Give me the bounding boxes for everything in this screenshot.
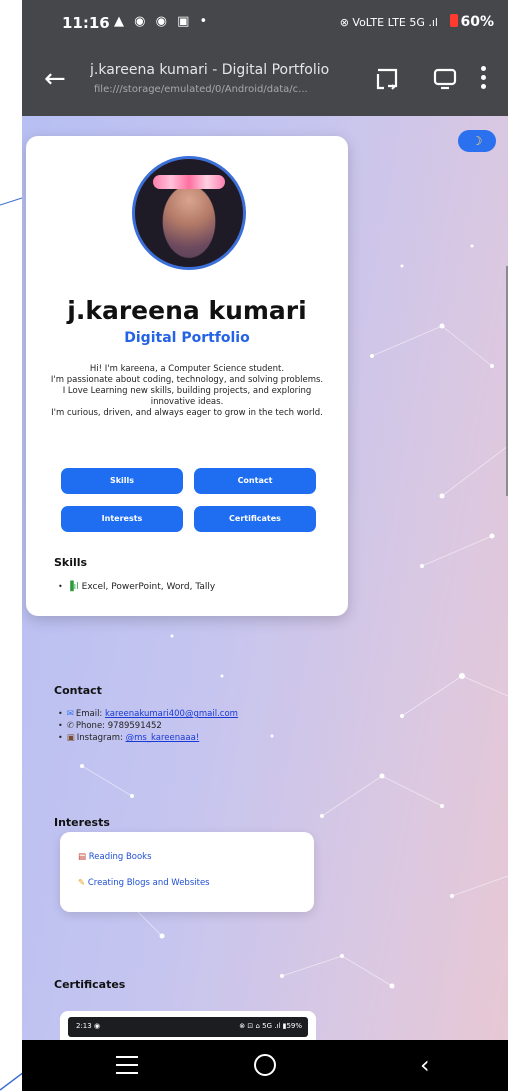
overflow-menu-icon[interactable] xyxy=(478,66,488,92)
skills-list-item: • ▐ıl Excel, PowerPoint, Word, Tally xyxy=(58,582,216,592)
instagram-link[interactable]: @ms_kareenaaa! xyxy=(126,733,200,743)
status-bar: 11:16 ▲ ◉ ◉ ▣ • ⊗ VoLTE LTE 5G .ıl 60% xyxy=(22,0,508,48)
profile-subtitle: Digital Portfolio xyxy=(124,330,250,346)
battery-icon xyxy=(450,14,459,27)
profile-avatar xyxy=(132,156,246,270)
phone-number: 9789591452 xyxy=(107,721,162,731)
battery-percent: 60% xyxy=(460,14,494,30)
phone-screen: 11:16 ▲ ◉ ◉ ▣ • ⊗ VoLTE LTE 5G .ıl 60% ←… xyxy=(22,0,508,1091)
tab-switcher-icon[interactable] xyxy=(432,66,458,92)
contact-heading: Contact xyxy=(54,684,102,697)
cast-icon[interactable] xyxy=(374,66,400,92)
web-content: ☽ j.kareena kumari Digital Portfolio Hi!… xyxy=(22,116,508,1040)
system-nav-bar: ‹ xyxy=(22,1040,508,1091)
back-arrow-icon[interactable]: ← xyxy=(44,64,66,94)
email-icon: ✉ xyxy=(66,709,74,719)
interest-item: ✎ Creating Blogs and Websites xyxy=(78,878,210,888)
signal-icons: ⊗ VoLTE LTE 5G .ıl xyxy=(339,16,438,29)
books-icon: ▤ xyxy=(78,852,87,862)
contact-list: • ✉ Email: kareenakumari400@gmail.com • ✆ Ph… xyxy=(58,708,238,744)
camera-icon: ▣ xyxy=(66,733,75,743)
bio-line: Hi! I'm kareena, a Computer Science stud… xyxy=(89,364,285,374)
certificates-button[interactable]: Certificates xyxy=(194,506,316,532)
notification-icons: ▲ ◉ ◉ ▣ • xyxy=(114,14,211,29)
contact-phone-row: • ✆ Phone: 9789591452 xyxy=(58,721,162,731)
contact-instagram-row: • ▣ Instagram: @ms_kareenaaa! xyxy=(58,733,200,743)
bio-line: I Love Learning new skills, building pro… xyxy=(62,386,312,396)
moon-icon: ☽ xyxy=(471,134,483,148)
bar-chart-icon: ▐ıl xyxy=(66,582,79,592)
profile-name: j.kareena kumari xyxy=(67,296,307,325)
nav-back-icon[interactable]: ‹ xyxy=(420,1050,430,1080)
battery-indicator: 60% xyxy=(450,14,494,30)
interest-item: ▤ Reading Books xyxy=(78,852,152,862)
contact-button[interactable]: Contact xyxy=(194,468,316,494)
bio-line: innovative ideas. xyxy=(150,397,224,407)
bio-line: I'm passionate about coding, technology,… xyxy=(50,375,324,385)
page-scrollbar[interactable] xyxy=(506,266,508,496)
interests-heading: Interests xyxy=(54,816,110,829)
status-time: 11:16 xyxy=(62,14,110,32)
contact-email-row: • ✉ Email: kareenakumari400@gmail.com xyxy=(58,709,238,719)
profile-bio: Hi! I'm kareena, a Computer Science stud… xyxy=(36,364,338,419)
email-link[interactable]: kareenakumari400@gmail.com xyxy=(105,709,238,719)
browser-toolbar: ← j.kareena kumari - Digital Portfolio f… xyxy=(22,48,508,116)
theme-toggle-button[interactable]: ☽ xyxy=(458,130,496,152)
certificate-screenshot-statusbar: 2:13 ◉ ⊗ ⊡ ⌂ 5G .ıl ▮59% xyxy=(68,1017,308,1037)
skills-button[interactable]: Skills xyxy=(61,468,183,494)
memo-icon: ✎ xyxy=(78,878,86,888)
bio-line: I'm curious, driven, and always eager to… xyxy=(51,408,323,418)
interests-button[interactable]: Interests xyxy=(61,506,183,532)
interests-card: ▤ Reading Books ✎ Creating Blogs and Web… xyxy=(60,832,314,912)
phone-icon: ✆ xyxy=(66,721,74,731)
certificate-preview[interactable]: 2:13 ◉ ⊗ ⊡ ⌂ 5G .ıl ▮59% xyxy=(60,1011,316,1040)
home-icon[interactable] xyxy=(250,1050,280,1080)
recent-apps-icon[interactable] xyxy=(116,1050,138,1080)
page-url[interactable]: file:///storage/emulated/0/Android/data/… xyxy=(94,84,334,95)
skills-heading: Skills xyxy=(54,556,88,569)
certificates-heading: Certificates xyxy=(54,978,126,991)
profile-card: j.kareena kumari Digital Portfolio Hi! I… xyxy=(26,136,348,616)
page-title: j.kareena kumari - Digital Portfolio xyxy=(90,62,330,78)
